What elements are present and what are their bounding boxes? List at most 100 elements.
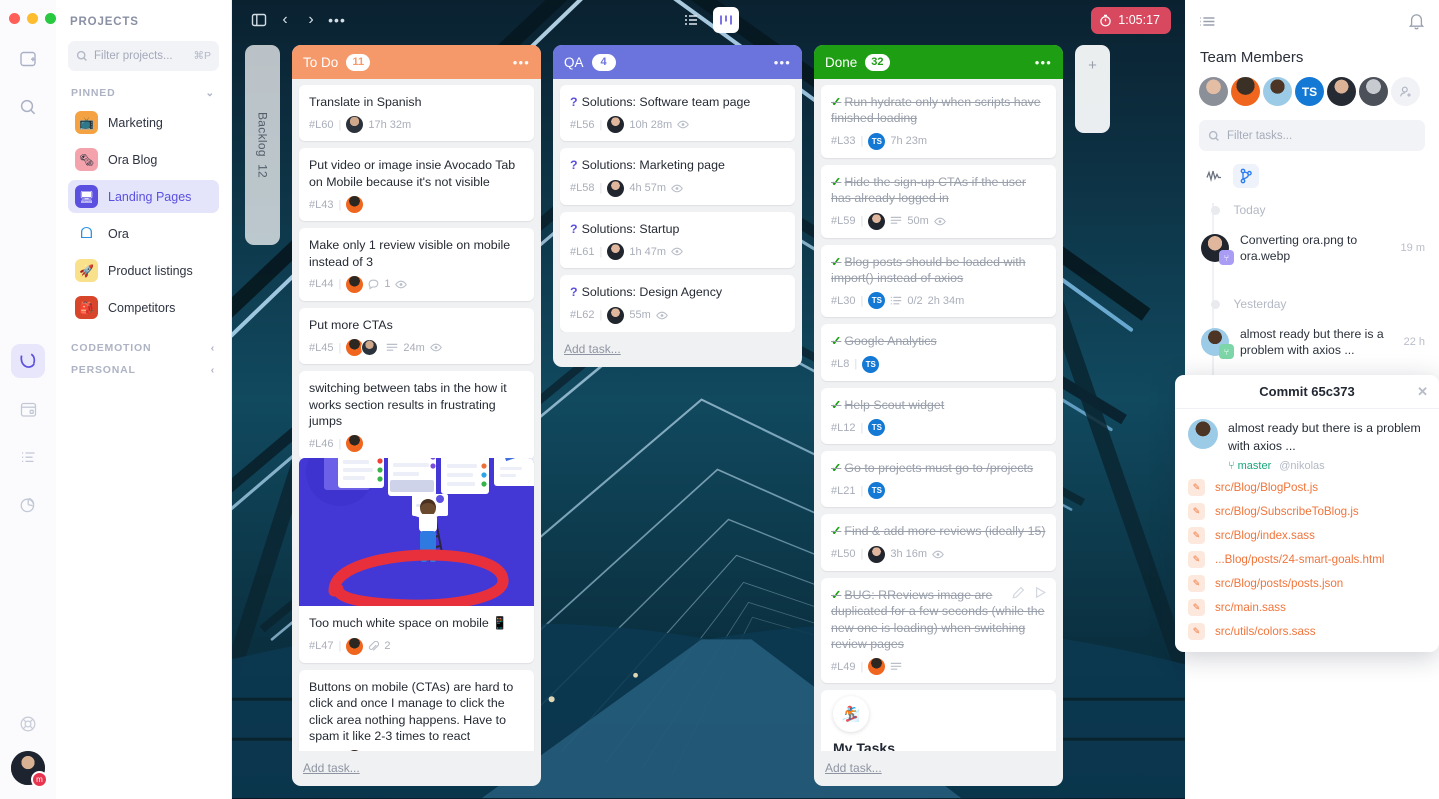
column-todo-menu[interactable]: ••• [513, 55, 530, 70]
task-card[interactable]: ? Solutions: Design Agency #L62 | 55m [560, 275, 795, 332]
board-view-button[interactable] [713, 7, 739, 33]
commit-file-row[interactable]: ✎ src/main.sass [1188, 599, 1426, 616]
sidebar-item-landing-pages[interactable]: 🖥 Landing Pages [68, 180, 219, 213]
task-cover-image [299, 458, 534, 607]
play-timer-icon[interactable] [1034, 586, 1047, 604]
search-icon[interactable] [11, 90, 45, 124]
team-members-avatars: TS [1199, 77, 1425, 106]
task-title: ✓ Hide the sign-up CTAs if the user has a… [831, 174, 1026, 206]
task-card[interactable]: Buttons on mobile (CTAs) are hard to cli… [299, 669, 534, 751]
timeline-item[interactable]: ⑂ Converting ora.png to ora.webp 19 m [1201, 225, 1425, 271]
task-timer-button[interactable]: 1:05:17 [1091, 6, 1171, 34]
sidebar-item-marketing[interactable]: 📺 Marketing [68, 106, 219, 139]
nav-back-button[interactable]: ‹ [272, 7, 298, 33]
column-done-menu[interactable]: ••• [1035, 55, 1052, 70]
zoom-window-button[interactable] [45, 13, 56, 24]
activity-tab[interactable] [1201, 164, 1227, 188]
commit-file-name[interactable]: ...Blog/posts/24-smart-goals.html [1215, 553, 1384, 566]
column-backlog-collapsed[interactable]: Backlog 12 [245, 45, 280, 245]
current-user-avatar[interactable]: m [11, 751, 48, 788]
new-board-icon[interactable] [11, 42, 45, 76]
commit-file-row[interactable]: ✎ src/Blog/BlogPost.js [1188, 479, 1426, 496]
collapse-panel-icon[interactable] [1199, 14, 1217, 34]
add-task-todo[interactable]: Add task... [292, 751, 541, 786]
commit-file-name[interactable]: src/Blog/posts/posts.json [1215, 577, 1343, 590]
commit-file-row[interactable]: ✎ ...Blog/posts/24-smart-goals.html [1188, 551, 1426, 568]
list-view-button[interactable] [678, 7, 704, 33]
task-card[interactable]: ✓ Google Analytics #L8 | TS [821, 324, 1056, 381]
task-card[interactable]: ✓ Run hydrate only when scripts have fini… [821, 85, 1056, 158]
member-avatar[interactable] [1263, 77, 1292, 106]
add-task-done[interactable]: Add task... [814, 751, 1063, 786]
close-window-button[interactable] [9, 13, 20, 24]
member-avatar[interactable] [1231, 77, 1260, 106]
ora-logo-icon[interactable] [11, 344, 45, 378]
section-personal[interactable]: PERSONAL ‹ [71, 364, 219, 376]
task-card[interactable]: ✓ Blog posts should be loaded with import… [821, 244, 1056, 318]
project-label: Ora Blog [108, 152, 158, 167]
activity-tabs [1201, 164, 1425, 188]
task-card-with-cover[interactable]: Too much white space on mobile 📱 #L47 | … [299, 458, 534, 663]
timeline-item[interactable]: ⑂ almost ready but there is a problem wi… [1201, 319, 1425, 365]
sidebar-item-ora[interactable]: ᗝ Ora [68, 217, 219, 250]
projects-title: PROJECTS [70, 16, 139, 28]
commit-file-name[interactable]: src/Blog/index.sass [1215, 529, 1315, 542]
my-tasks-promo-card[interactable]: 🏂 My Tasks Working on a dozen projects? … [821, 690, 1056, 751]
traffic-lights[interactable] [9, 13, 56, 24]
reports-icon[interactable] [11, 488, 45, 522]
calendar-icon[interactable] [11, 392, 45, 426]
commit-file-name[interactable]: src/utils/colors.sass [1215, 625, 1316, 638]
member-avatar-ts[interactable]: TS [1295, 77, 1324, 106]
column-done-header[interactable]: Done 32 ••• [814, 45, 1063, 79]
task-card[interactable]: ✓ Find & add more reviews (ideally 15) #L… [821, 514, 1056, 571]
task-card[interactable]: Put more CTAs #L45 | 24m [299, 307, 534, 365]
notifications-bell-icon[interactable] [1408, 12, 1425, 35]
task-card[interactable]: Make only 1 review visible on mobile ins… [299, 228, 534, 301]
add-column-button[interactable]: + [1075, 45, 1110, 133]
edit-icon[interactable] [1012, 586, 1025, 604]
section-codemotion[interactable]: CODEMOTION ‹ [71, 342, 219, 354]
task-card[interactable]: ? Solutions: Marketing page #L58 | 4h 57m [560, 148, 795, 205]
project-label: Product listings [108, 263, 193, 278]
member-avatar[interactable] [1359, 77, 1388, 106]
column-todo-header[interactable]: To Do 11 ••• [292, 45, 541, 79]
commit-file-row[interactable]: ✎ src/Blog/SubscribeToBlog.js [1188, 503, 1426, 520]
member-avatar[interactable] [1327, 77, 1356, 106]
commit-file-name[interactable]: src/Blog/SubscribeToBlog.js [1215, 505, 1359, 518]
filter-projects-input[interactable]: Filter projects... ⌘P [68, 41, 219, 71]
task-card[interactable]: Put video or image insie Avocado Tab on … [299, 148, 534, 222]
my-tasks-icon[interactable] [11, 440, 45, 474]
column-qa-menu[interactable]: ••• [774, 55, 791, 70]
commit-file-row[interactable]: ✎ src/utils/colors.sass [1188, 623, 1426, 640]
sidebar-item-ora-blog[interactable]: 🗞 Ora Blog [68, 143, 219, 176]
commit-file-name[interactable]: src/Blog/BlogPost.js [1215, 481, 1318, 494]
sidebar-item-product-listings[interactable]: 🚀 Product listings [68, 254, 219, 287]
task-card[interactable]: ? Solutions: Software team page #L56 | 10… [560, 85, 795, 142]
watch-eye-icon [933, 217, 946, 226]
task-card[interactable]: ✓ Help Scout widget #L12 | TS [821, 387, 1056, 444]
help-icon[interactable] [11, 707, 45, 741]
commits-tab[interactable] [1233, 164, 1259, 188]
task-card[interactable]: ? Solutions: Startup #L61 | 1h 47m [560, 211, 795, 269]
task-card[interactable]: switching between tabs in the how it wor… [299, 371, 534, 461]
commit-file-row[interactable]: ✎ src/Blog/posts/posts.json [1188, 575, 1426, 592]
filter-tasks-input[interactable]: Filter tasks... [1199, 120, 1425, 151]
board-more-button[interactable]: ••• [324, 7, 350, 33]
task-card[interactable]: ✓ Hide the sign-up CTAs if the user has a… [821, 164, 1056, 238]
panel-toggle-icon[interactable] [246, 7, 272, 33]
section-pinned[interactable]: PINNED ⌄ [71, 87, 219, 99]
sidebar-item-competitors[interactable]: 🎒 Competitors [68, 291, 219, 324]
task-card-hovered[interactable]: ✓ BUG: RReviews image are duplicated for … [821, 577, 1056, 684]
branch-icon: ⑂ [1228, 460, 1235, 472]
task-card[interactable]: ✓ Go to projects must go to /projects #L2… [821, 451, 1056, 508]
commit-file-row[interactable]: ✎ src/Blog/index.sass [1188, 527, 1426, 544]
minimize-window-button[interactable] [27, 13, 38, 24]
close-icon[interactable]: ✕ [1417, 384, 1428, 400]
member-avatar[interactable] [1199, 77, 1228, 106]
nav-forward-button[interactable]: › [298, 7, 324, 33]
task-card[interactable]: Translate in Spanish #L60 | 17h 32m [299, 85, 534, 142]
commit-file-name[interactable]: src/main.sass [1215, 601, 1286, 614]
column-qa-header[interactable]: QA 4 ••• [553, 45, 802, 79]
add-task-qa[interactable]: Add task... [553, 332, 802, 367]
add-member-button[interactable] [1391, 77, 1420, 106]
